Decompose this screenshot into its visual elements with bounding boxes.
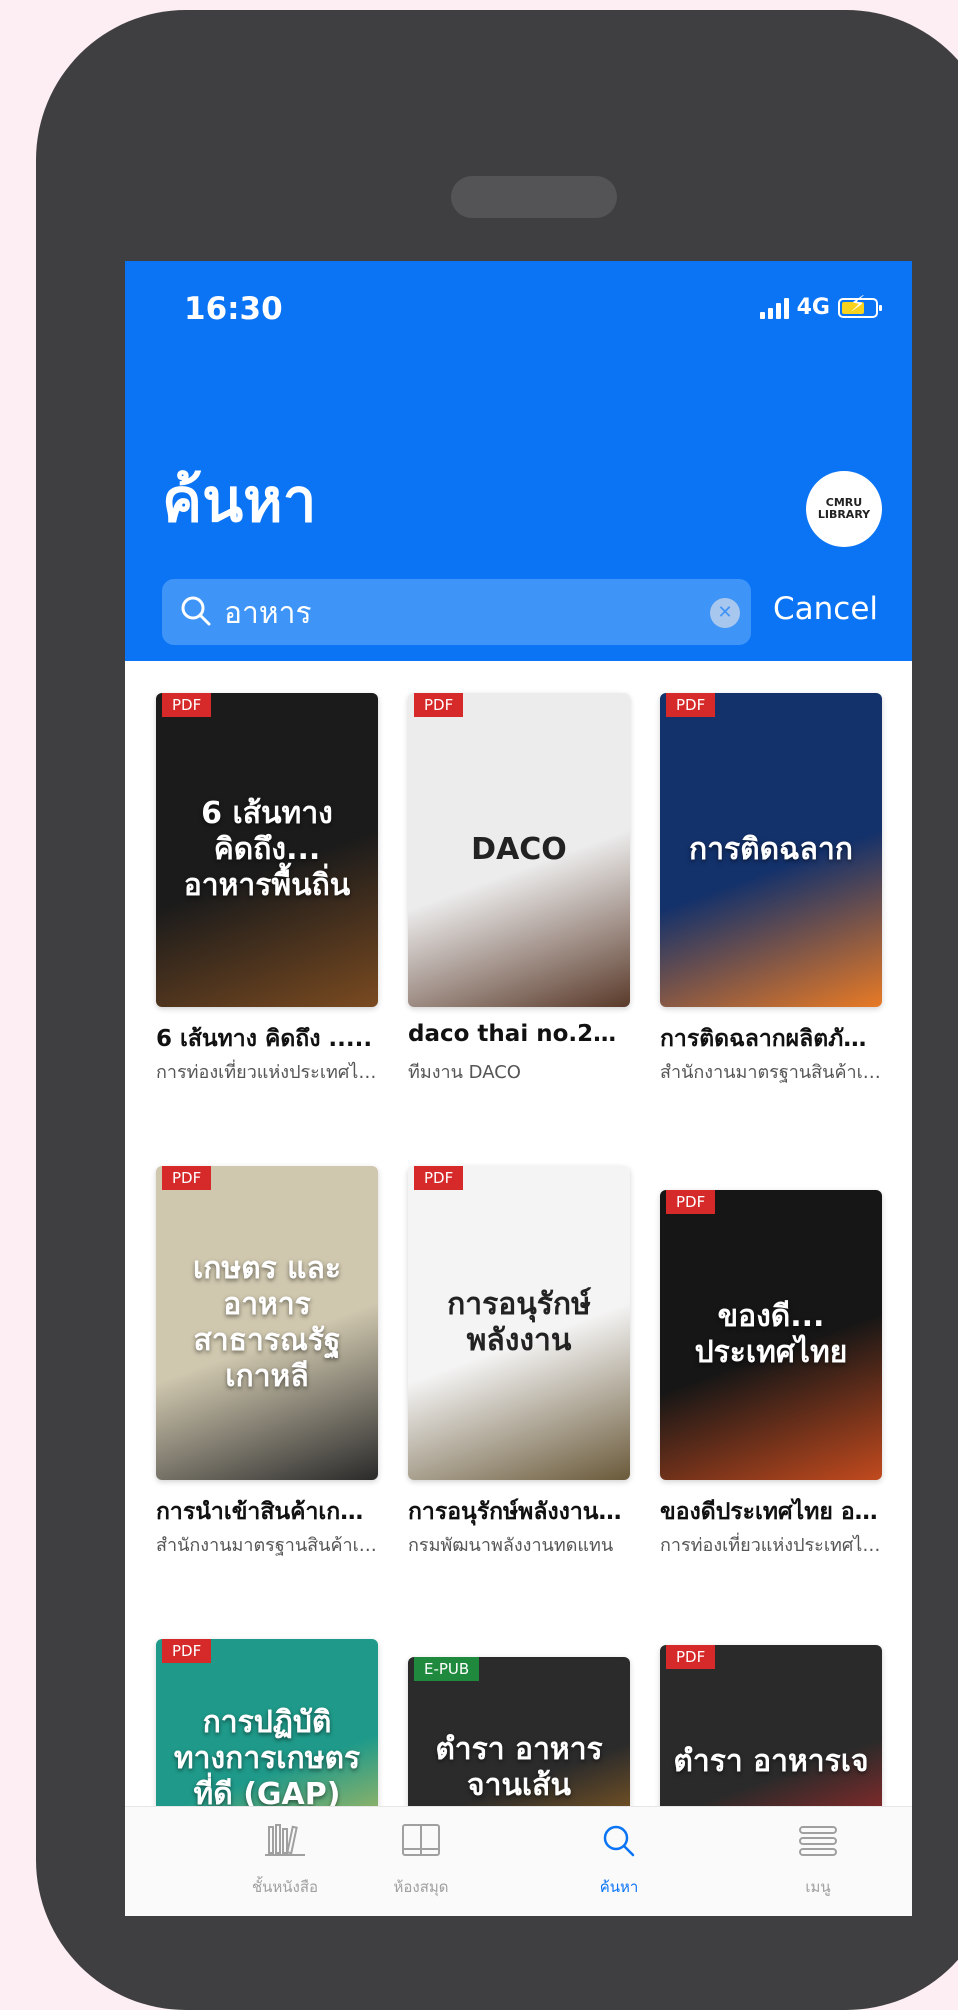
book-author: สำนักงานมาตรฐานสินค้าเกษตร	[156, 1535, 378, 1556]
book-cover-text: เกษตร และ อาหาร สาธารณรัฐเกาหลี	[192, 1251, 342, 1394]
book-cover[interactable]: การติดฉลาก PDF	[660, 693, 882, 1007]
app-header: 16:30 4G ⚡ ค้นหา CMRU LIBRARY ✕ Canc	[125, 261, 912, 661]
book-title[interactable]: ของดีประเทศไทย อาหาร	[660, 1494, 882, 1530]
book-title[interactable]: การติดฉลากผลิตภัณฑ์	[660, 1021, 882, 1057]
book-cover[interactable]: DACO PDF	[408, 693, 630, 1007]
book-cover[interactable]: เกษตร และ อาหาร สาธารณรัฐเกาหลี PDF	[156, 1166, 378, 1480]
library-icon	[402, 1824, 440, 1856]
book-cover[interactable]: ตำรา อาหารเจ PDF	[660, 1645, 882, 1816]
status-time: 16:30	[184, 291, 283, 327]
app-screen: 16:30 4G ⚡ ค้นหา CMRU LIBRARY ✕ Canc	[125, 261, 912, 1916]
format-badge: PDF	[414, 693, 464, 717]
tab-label-menu: เมนู	[805, 1878, 831, 1896]
book-author: การท่องเที่ยวแห่งประเทศไทย	[156, 1062, 378, 1083]
book-title[interactable]: daco thai no.201...	[408, 1021, 630, 1047]
battery-icon: ⚡	[838, 293, 882, 318]
book-cover-text: DACO	[471, 832, 567, 867]
book-cover-text: ตำรา อาหารเจ	[673, 1744, 869, 1779]
network-type: 4G	[796, 295, 830, 320]
book-cover-text: การอนุรักษ์พลังงาน	[447, 1287, 591, 1358]
phone-speaker	[451, 176, 617, 218]
library-logo[interactable]: CMRU LIBRARY	[806, 471, 882, 547]
tab-search[interactable]: ค้นหา	[549, 1821, 689, 1899]
format-badge: E-PUB	[414, 1657, 480, 1681]
format-badge: PDF	[666, 693, 716, 717]
format-badge: PDF	[414, 1166, 464, 1190]
book-cover[interactable]: การปฏิบัติทางการเกษตรที่ดี (GAP) PDF	[156, 1639, 378, 1816]
book-cover-text: ของดี... ประเทศไทย	[694, 1299, 848, 1370]
tab-bookshelf[interactable]: ชั้นหนังสือ	[215, 1821, 355, 1899]
results-grid: 6 เส้นทาง คิดถึง... อาหารพื้นถิ่น PDF 6 เส…	[125, 661, 912, 1816]
tab-label-library: ห้องสมุด	[393, 1878, 449, 1896]
book-author: การท่องเที่ยวแห่งประเทศไทย	[660, 1535, 882, 1556]
book-cover-text: การปฏิบัติทางการเกษตรที่ดี (GAP)	[173, 1705, 361, 1812]
book-title[interactable]: การนำเข้าสินค้าเกษตร	[156, 1494, 378, 1530]
tab-library[interactable]: ห้องสมุด	[351, 1821, 491, 1899]
format-badge: PDF	[162, 1639, 212, 1663]
format-badge: PDF	[666, 1645, 716, 1669]
search-icon	[603, 1825, 635, 1857]
book-cover[interactable]: การอนุรักษ์พลังงาน PDF	[408, 1166, 630, 1480]
tab-menu[interactable]: เมนู	[748, 1821, 888, 1899]
cancel-button[interactable]: Cancel	[773, 591, 878, 627]
tab-bar: ชั้นหนังสือ ห้องสมุด ค้นหา เมนู	[125, 1806, 912, 1916]
bookshelf-icon	[265, 1824, 305, 1856]
tab-label-search: ค้นหา	[599, 1878, 639, 1896]
book-cover[interactable]: ของดี... ประเทศไทย PDF	[660, 1190, 882, 1480]
clear-icon[interactable]: ✕	[710, 598, 740, 628]
menu-icon	[799, 1826, 837, 1856]
page-title: ค้นหา	[162, 466, 317, 536]
format-badge: PDF	[162, 1166, 212, 1190]
search-icon	[181, 596, 211, 626]
book-cover-text: การติดฉลาก	[689, 832, 853, 867]
tab-label-bookshelf: ชั้นหนังสือ	[251, 1878, 319, 1896]
status-indicators: 4G ⚡	[759, 293, 882, 320]
book-cover-text: 6 เส้นทาง คิดถึง... อาหารพื้นถิ่น	[183, 796, 351, 903]
signal-icon	[759, 297, 789, 319]
search-bar[interactable]: ✕	[162, 579, 751, 645]
book-cover-text: ตำรา อาหารจานเส้น	[435, 1732, 603, 1803]
book-author: สำนักงานมาตรฐานสินค้าเกษตร	[660, 1062, 882, 1083]
book-cover[interactable]: 6 เส้นทาง คิดถึง... อาหารพื้นถิ่น PDF	[156, 693, 378, 1007]
format-badge: PDF	[162, 693, 212, 717]
book-title[interactable]: 6 เส้นทาง คิดถึง .....	[156, 1021, 378, 1057]
format-badge: PDF	[666, 1190, 716, 1214]
book-title[interactable]: การอนุรักษ์พลังงานทดแทน	[408, 1494, 630, 1530]
book-cover[interactable]: ตำรา อาหารจานเส้น E-PUB	[408, 1657, 630, 1816]
book-author: กรมพัฒนาพลังงานทดแทน	[408, 1535, 614, 1556]
search-input[interactable]	[222, 589, 676, 637]
logo-text-bottom: LIBRARY	[817, 508, 871, 521]
book-author: ทีมงาน DACO	[408, 1062, 521, 1083]
